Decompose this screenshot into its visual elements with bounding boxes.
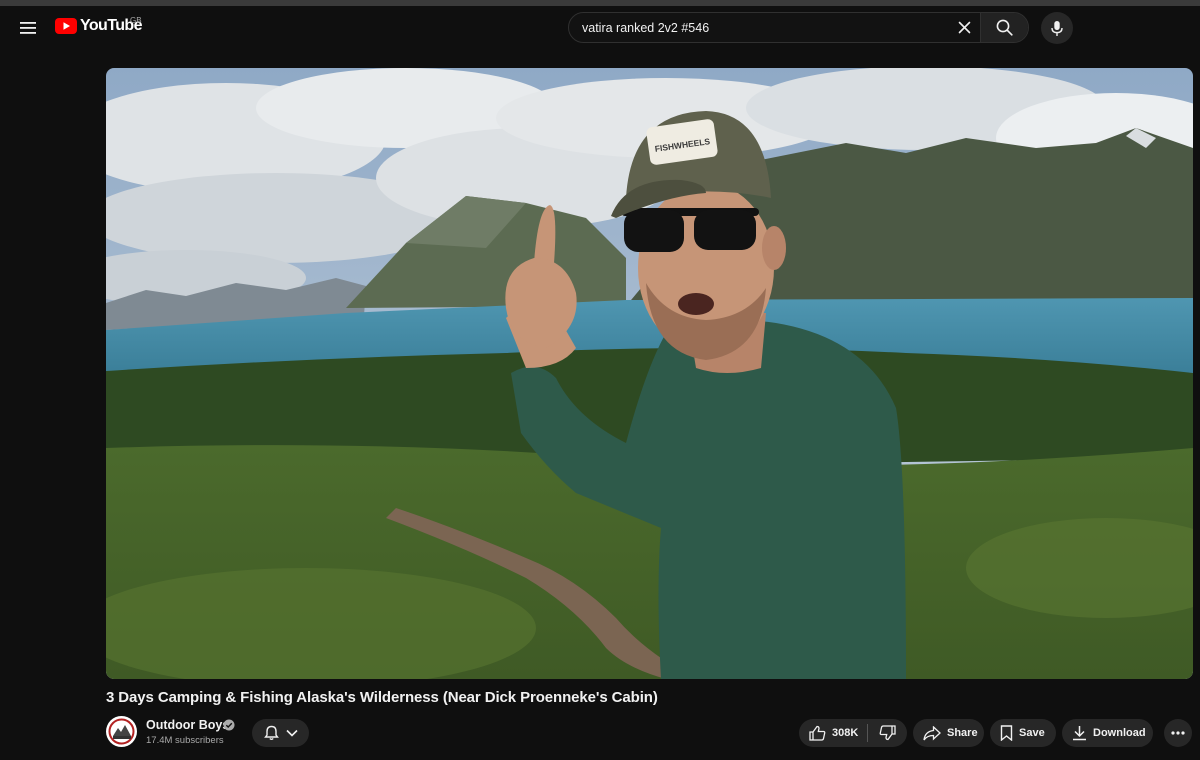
like-dislike-bar: 308K bbox=[799, 719, 907, 747]
search-box bbox=[568, 12, 1029, 43]
video-title: 3 Days Camping & Fishing Alaska's Wilder… bbox=[106, 689, 658, 706]
like-count: 308K bbox=[832, 727, 859, 739]
thumbs-up-icon bbox=[809, 725, 826, 741]
masthead: YouTube GB bbox=[0, 6, 1200, 50]
save-button[interactable]: Save bbox=[990, 719, 1056, 747]
download-button[interactable]: Download bbox=[1062, 719, 1153, 747]
channel-name[interactable]: Outdoor Boys bbox=[146, 718, 229, 732]
search-button[interactable] bbox=[980, 13, 1028, 42]
mic-icon bbox=[1051, 20, 1063, 36]
youtube-logo-icon bbox=[55, 18, 77, 34]
menu-icon bbox=[20, 22, 36, 34]
subscriber-count: 17.4M subscribers bbox=[146, 735, 224, 746]
search-icon bbox=[996, 19, 1013, 36]
close-icon bbox=[958, 21, 970, 34]
download-label: Download bbox=[1093, 727, 1146, 739]
chevron-down-icon bbox=[285, 729, 298, 737]
bell-icon bbox=[263, 725, 279, 740]
bookmark-icon bbox=[1000, 725, 1013, 741]
notification-button[interactable] bbox=[252, 719, 309, 747]
clear-search-button[interactable] bbox=[950, 13, 978, 42]
youtube-logo[interactable]: YouTube bbox=[55, 17, 142, 35]
menu-button[interactable] bbox=[14, 15, 42, 41]
more-actions-button[interactable] bbox=[1164, 719, 1192, 747]
voice-search-button[interactable] bbox=[1041, 12, 1073, 44]
channel-avatar[interactable] bbox=[106, 716, 137, 747]
video-frame: FISHWHEELS bbox=[106, 68, 1193, 679]
download-icon bbox=[1073, 726, 1086, 741]
channel-logo-icon bbox=[106, 716, 137, 747]
like-button[interactable]: 308K bbox=[799, 719, 867, 747]
share-button[interactable]: Share bbox=[913, 719, 984, 747]
more-icon bbox=[1171, 731, 1185, 735]
dislike-button[interactable] bbox=[868, 719, 907, 747]
video-player[interactable]: FISHWHEELS bbox=[106, 68, 1193, 679]
thumbs-down-icon bbox=[879, 725, 896, 741]
share-icon bbox=[923, 725, 941, 740]
verified-icon bbox=[223, 719, 235, 731]
share-label: Share bbox=[947, 727, 978, 739]
search-input[interactable] bbox=[569, 13, 950, 42]
region-code: GB bbox=[130, 16, 142, 25]
save-label: Save bbox=[1019, 727, 1045, 739]
